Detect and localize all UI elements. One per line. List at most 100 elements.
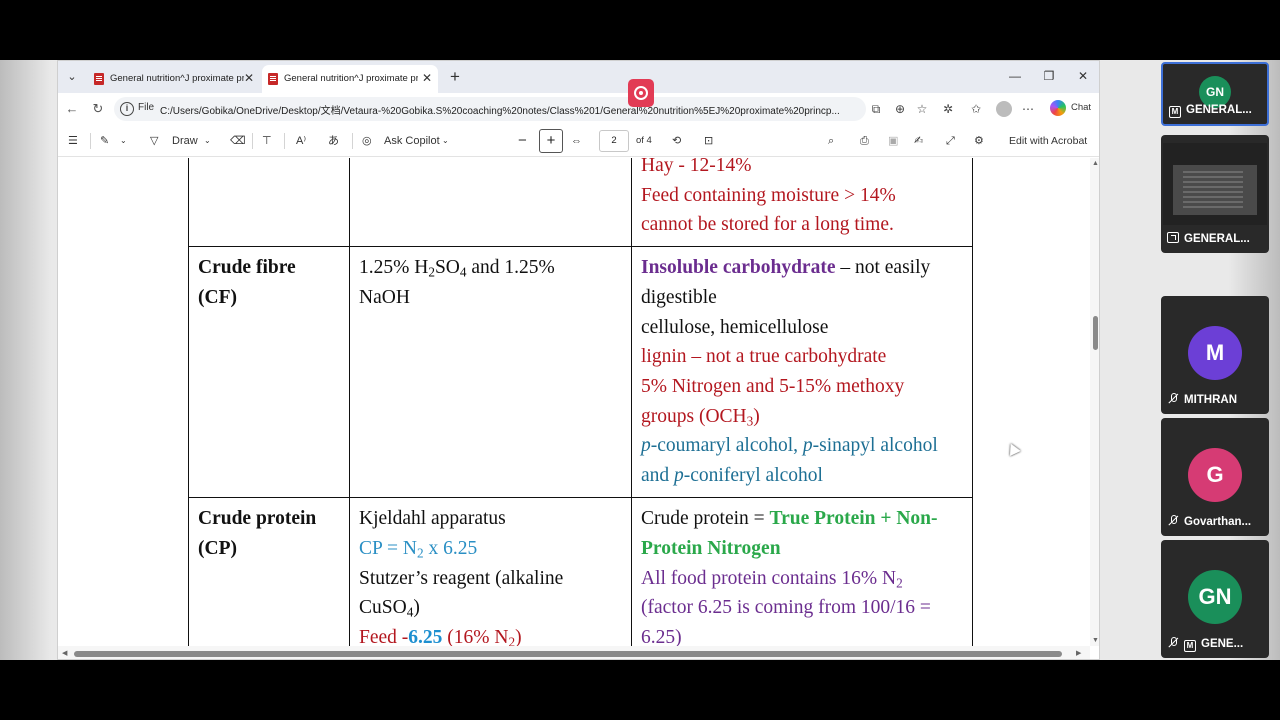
draw-icon[interactable]: ▽ bbox=[150, 132, 158, 150]
tab-inactive[interactable]: General nutrition^J proximate princ ✕ bbox=[88, 65, 260, 93]
settings-gear-icon[interactable]: ⚙ bbox=[974, 132, 984, 150]
zoom-in-button[interactable]: + bbox=[539, 129, 563, 153]
doc-line: CP = N2 x 6.25 bbox=[359, 534, 623, 564]
doc-line: Stutzer’s reagent (alkaline bbox=[359, 567, 564, 589]
rotate-icon[interactable]: ⟲ bbox=[672, 132, 681, 150]
thumbnail-content bbox=[1173, 165, 1257, 215]
tab-list-chevron-icon[interactable]: ⌄ bbox=[62, 67, 82, 87]
translate-icon[interactable]: あ bbox=[328, 132, 339, 150]
text-run: Insoluble carbohydrate bbox=[641, 257, 836, 279]
tab-close-icon[interactable]: ✕ bbox=[420, 71, 434, 85]
screen-share-icon bbox=[1167, 232, 1179, 243]
participant-name: GENERAL... bbox=[1184, 233, 1250, 245]
url-text[interactable]: C:/Users/Gobika/OneDrive/Desktop/文档/Veta… bbox=[160, 102, 850, 117]
tab-active[interactable]: General nutrition^J proximate princ ✕ bbox=[262, 65, 438, 93]
vertical-scrollbar[interactable]: ▲ ▼ bbox=[1090, 158, 1099, 646]
edit-with-acrobat-label[interactable]: Edit with Acrobat bbox=[1009, 132, 1087, 150]
participant-tile[interactable]: G Govarthan... bbox=[1161, 418, 1269, 536]
contents-icon[interactable]: ☰ bbox=[68, 132, 78, 150]
avatar: GN bbox=[1188, 570, 1242, 624]
profile-avatar[interactable] bbox=[996, 101, 1012, 117]
participant-name-row: M GENERAL... bbox=[1169, 102, 1263, 118]
mic-muted-icon bbox=[1167, 393, 1179, 405]
fit-width-icon[interactable]: ⇔ bbox=[571, 132, 582, 150]
text-box-icon[interactable]: ⊤ bbox=[262, 132, 272, 150]
new-tab-button[interactable]: + bbox=[444, 67, 466, 87]
scroll-up-icon[interactable]: ▲ bbox=[1091, 160, 1099, 167]
scroll-down-icon[interactable]: ▼ bbox=[1091, 637, 1099, 644]
screen-share-thumbnail bbox=[1163, 143, 1267, 225]
meet-badge-icon: M bbox=[1184, 640, 1196, 652]
subscript: 2 bbox=[896, 574, 903, 590]
pdf-toolbar: ☰ ✎ ⌄ ▽ Draw ⌄ ⌫ ⊤ A⁾ あ ◎ Ask Copilot ⌄ … bbox=[58, 125, 1099, 157]
participant-name-row: MITHRAN bbox=[1167, 392, 1265, 408]
more-menu-icon[interactable]: ⋯ bbox=[1020, 101, 1036, 117]
restore-button[interactable]: ❐ bbox=[1032, 65, 1066, 87]
highlight-icon[interactable]: ✎ bbox=[100, 132, 109, 150]
search-icon[interactable]: ⌕ bbox=[828, 132, 834, 150]
address-bar[interactable]: i File C:/Users/Gobika/OneDrive/Desktop/… bbox=[114, 97, 866, 121]
extensions-icon[interactable]: ✲ bbox=[940, 101, 956, 117]
participant-name-row: M GENE... bbox=[1167, 636, 1265, 652]
row-heading: (CP) bbox=[198, 537, 237, 559]
recording-icon[interactable] bbox=[628, 79, 654, 107]
table-row: Crude fibre (CF) 1.25% H2SO4 and 1.25% N… bbox=[188, 246, 973, 499]
doc-line: and p-coniferyl alcohol bbox=[641, 461, 964, 491]
doc-line: cellulose, hemicellulose bbox=[641, 316, 829, 338]
participant-tile-screen[interactable]: GENERAL... bbox=[1161, 135, 1269, 253]
text-run: Feed - bbox=[359, 626, 409, 646]
save-as-icon[interactable]: ✍ bbox=[914, 132, 923, 150]
scroll-thumb[interactable] bbox=[74, 651, 1062, 657]
pdf-document[interactable]: Hay - 12-14% Feed containing moisture > … bbox=[58, 158, 1090, 646]
page-view-icon[interactable]: ⊡ bbox=[704, 132, 713, 150]
row-heading: Crude fibre bbox=[198, 257, 296, 279]
doc-line: 6.25) bbox=[641, 626, 682, 646]
close-window-button[interactable]: ✕ bbox=[1066, 65, 1099, 87]
minimize-button[interactable]: — bbox=[998, 65, 1032, 87]
fullscreen-icon[interactable]: ⤢ bbox=[946, 132, 955, 150]
scroll-thumb[interactable] bbox=[1093, 316, 1098, 350]
ask-copilot-label[interactable]: Ask Copilot bbox=[384, 132, 440, 150]
participant-tile[interactable]: GN M GENE... bbox=[1161, 540, 1269, 658]
copilot-small-icon[interactable]: ◎ bbox=[362, 132, 372, 150]
tab-close-icon[interactable]: ✕ bbox=[242, 71, 256, 85]
favorite-star-icon[interactable]: ☆ bbox=[914, 101, 930, 117]
doc-line: groups (OCH3) bbox=[641, 402, 964, 432]
pdf-icon bbox=[94, 73, 104, 85]
doc-line: 1.25% H2SO4 and 1.25% bbox=[359, 253, 623, 283]
eraser-icon[interactable]: ⌫ bbox=[230, 132, 246, 150]
favorites-icon[interactable]: ✩ bbox=[968, 101, 984, 117]
chat-label[interactable]: Chat bbox=[1071, 102, 1091, 113]
row-heading: (CF) bbox=[198, 286, 237, 308]
table-cell: Hay - 12-14% Feed containing moisture > … bbox=[631, 158, 973, 248]
read-aloud-icon[interactable]: A⁾ bbox=[296, 132, 306, 150]
print-icon[interactable]: ⎙ bbox=[860, 132, 869, 150]
copilot-icon[interactable] bbox=[1050, 100, 1066, 116]
refresh-button[interactable]: ↻ bbox=[88, 99, 108, 119]
separator bbox=[252, 133, 253, 149]
participant-name-row: Govarthan... bbox=[1167, 514, 1265, 530]
zoom-out-icon[interactable]: − bbox=[518, 132, 527, 150]
participant-tile[interactable]: M MITHRAN bbox=[1161, 296, 1269, 414]
chevron-down-icon[interactable]: ⌄ bbox=[204, 132, 211, 150]
text-run: groups (OCH bbox=[641, 405, 747, 427]
text-run: and 1.25% bbox=[466, 257, 555, 279]
scroll-left-icon[interactable]: ◀ bbox=[62, 649, 67, 657]
participant-tile[interactable]: GN M GENERAL... bbox=[1161, 62, 1269, 126]
chevron-down-icon[interactable]: ⌄ bbox=[120, 132, 127, 150]
back-button[interactable]: ← bbox=[62, 99, 82, 119]
text-run: 6.25 bbox=[408, 626, 443, 646]
draw-label[interactable]: Draw bbox=[172, 132, 198, 150]
doc-line: Hay - 12-14% bbox=[641, 158, 752, 176]
chevron-down-icon[interactable]: ⌄ bbox=[442, 132, 449, 150]
save-icon[interactable]: ▣ bbox=[888, 132, 898, 150]
reader-icon[interactable]: ⧉ bbox=[868, 101, 884, 117]
zoom-icon[interactable]: ⊕ bbox=[892, 101, 908, 117]
separator bbox=[352, 133, 353, 149]
info-icon[interactable]: i bbox=[120, 102, 134, 116]
participant-name: MITHRAN bbox=[1184, 394, 1238, 406]
scroll-right-icon[interactable]: ▶ bbox=[1076, 649, 1081, 657]
horizontal-scrollbar[interactable]: ◀ ▶ bbox=[58, 646, 1090, 659]
text-run: ) bbox=[515, 626, 522, 646]
page-number-input[interactable]: 2 bbox=[599, 130, 629, 152]
